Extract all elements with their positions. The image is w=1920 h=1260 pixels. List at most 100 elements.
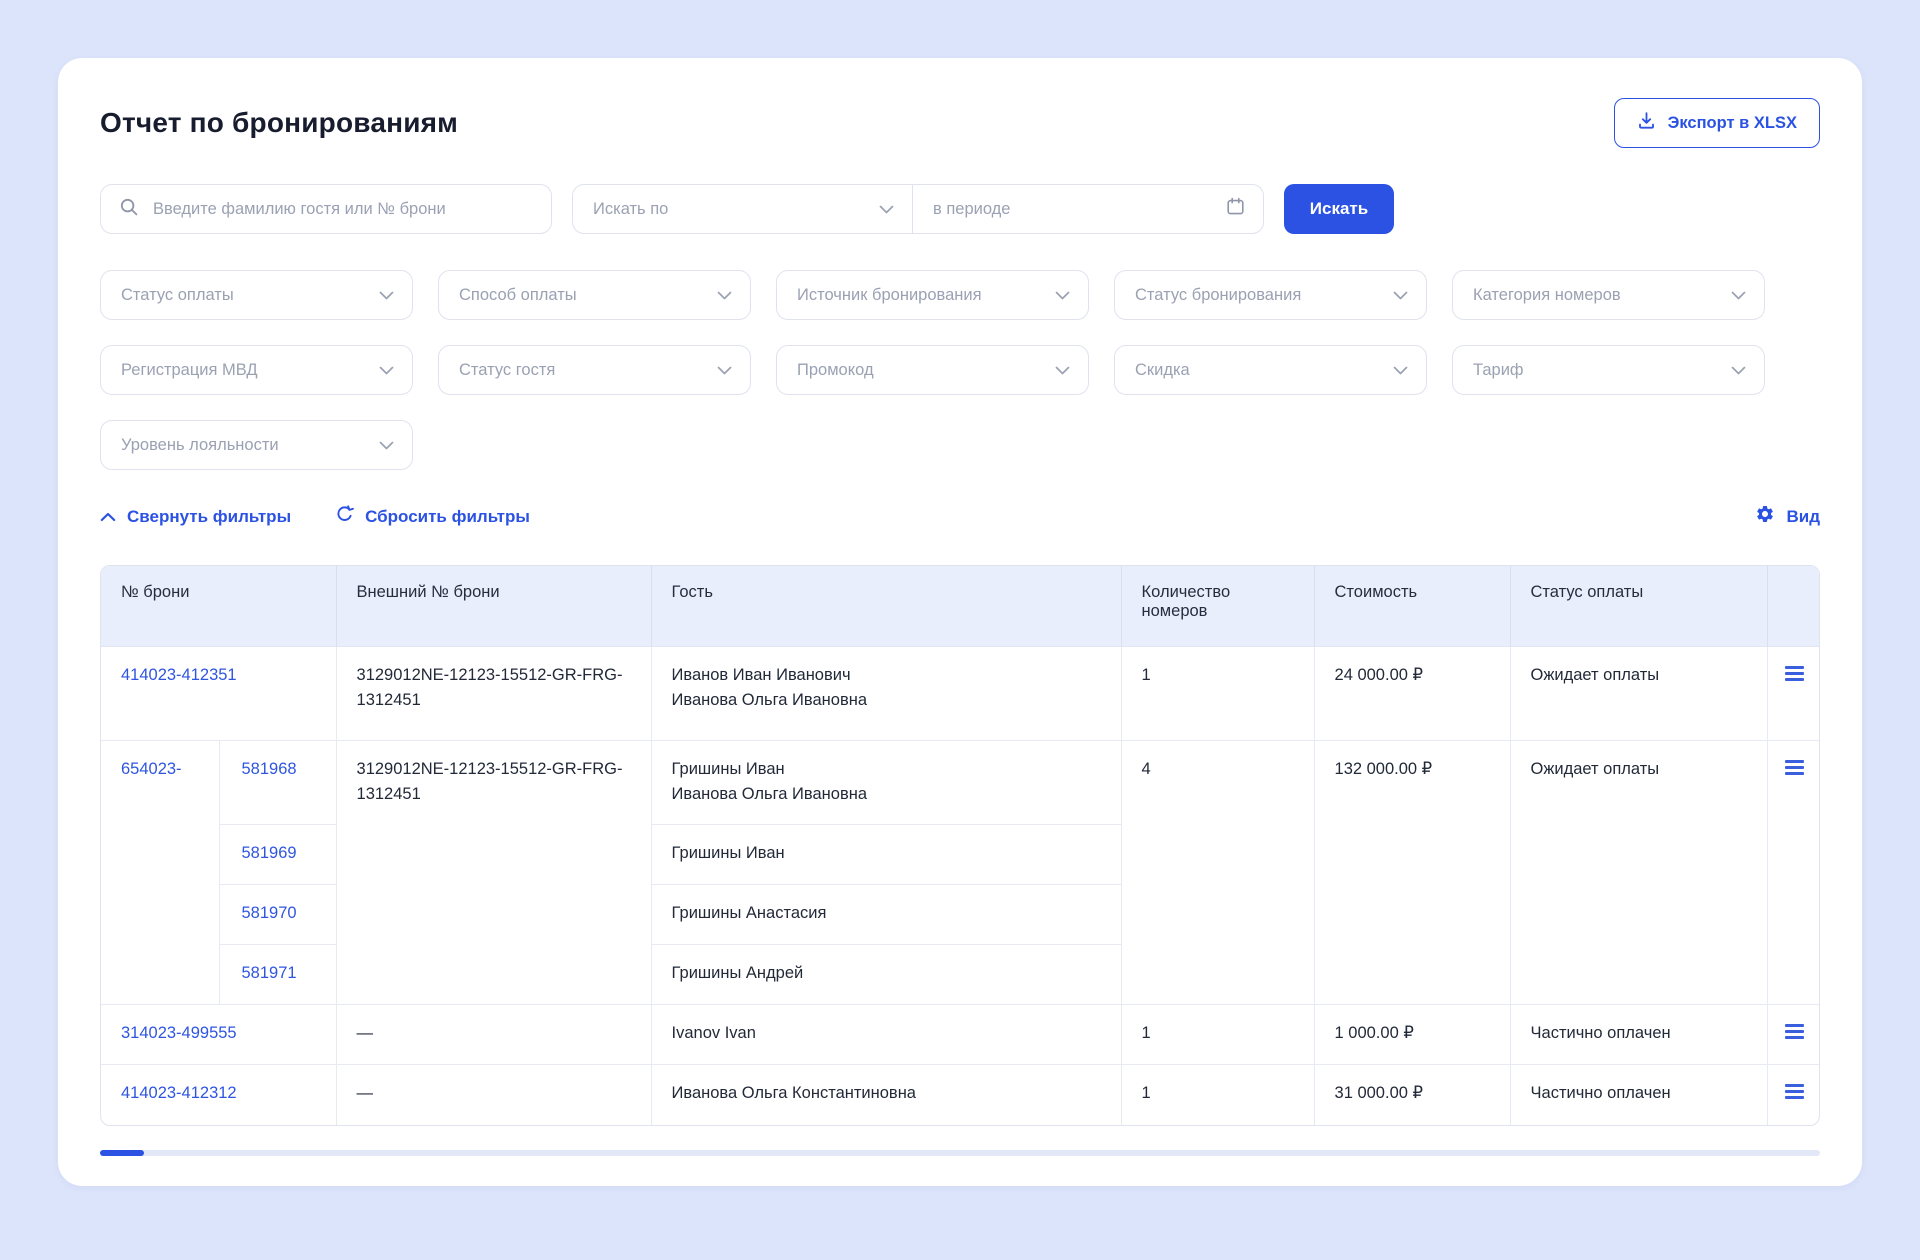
guest-name: Гришины Андрей <box>672 961 1101 987</box>
guest-name: Иванова Ольга Ивановна <box>672 688 1101 714</box>
booking-no-cell: 414023-412312 <box>101 1065 336 1125</box>
row-actions-cell <box>1767 1004 1820 1065</box>
filter-discount[interactable]: Скидка <box>1114 345 1427 395</box>
hamburger-menu-icon <box>1785 666 1804 684</box>
hamburger-menu-icon <box>1785 1084 1804 1102</box>
guest-cell: Гришины Иван <box>651 824 1121 884</box>
booking-link[interactable]: 414023-412351 <box>121 666 237 684</box>
filter-label: Статус гостя <box>459 361 555 380</box>
scrollbar-thumb[interactable] <box>100 1150 144 1156</box>
external-no-cell: 3129012NE-12123-15512-GR-FRG-1312451 <box>336 740 651 1004</box>
guest-name: Гришины Иван <box>672 841 1101 867</box>
search-by-select[interactable]: Искать по <box>573 185 913 233</box>
chevron-down-icon <box>379 361 394 380</box>
cost-cell: 1 000.00 ₽ <box>1314 1004 1510 1065</box>
guest-cell: Гришины Иван Иванова Ольга Ивановна <box>651 740 1121 824</box>
row-menu-button[interactable] <box>1779 1022 1810 1044</box>
booking-link[interactable]: 414023-412312 <box>121 1084 237 1102</box>
chevron-down-icon <box>717 361 732 380</box>
payment-status-cell: Ожидает оплаты <box>1510 740 1767 1004</box>
external-no-cell: — <box>336 1065 651 1125</box>
filter-label: Уровень лояльности <box>121 436 279 455</box>
calendar-icon <box>1226 197 1245 221</box>
header-booking-no: № брони <box>101 566 336 646</box>
booking-link[interactable]: 314023-499555 <box>121 1024 237 1042</box>
filter-booking-status[interactable]: Статус бронирования <box>1114 270 1427 320</box>
row-actions-cell <box>1767 740 1820 1004</box>
filter-room-category[interactable]: Категория номеров <box>1452 270 1765 320</box>
export-xlsx-button[interactable]: Экспорт в XLSX <box>1614 98 1820 148</box>
filter-mvd-registration[interactable]: Регистрация МВД <box>100 345 413 395</box>
guest-cell: Иванов Иван Иванович Иванова Ольга Ивано… <box>651 646 1121 740</box>
guest-cell: Гришины Анастасия <box>651 884 1121 944</box>
sub-booking-link[interactable]: 581969 <box>242 844 297 862</box>
filter-label: Скидка <box>1135 361 1190 380</box>
chevron-down-icon <box>379 286 394 305</box>
rooms-count-cell: 1 <box>1121 1065 1314 1125</box>
chevron-down-icon <box>1055 286 1070 305</box>
external-no-cell: 3129012NE-12123-15512-GR-FRG-1312451 <box>336 646 651 740</box>
chevron-down-icon <box>1731 361 1746 380</box>
search-icon <box>119 197 139 222</box>
search-button[interactable]: Искать <box>1284 184 1394 234</box>
search-input[interactable] <box>151 199 535 220</box>
chevron-down-icon <box>717 286 732 305</box>
horizontal-scrollbar[interactable] <box>100 1150 1820 1156</box>
filter-guest-status[interactable]: Статус гостя <box>438 345 751 395</box>
rooms-count-cell: 4 <box>1121 740 1314 1004</box>
booking-group-link[interactable]: 654023- <box>121 760 182 778</box>
guest-name: Гришины Анастасия <box>672 901 1101 927</box>
sub-booking-link[interactable]: 581968 <box>242 760 297 778</box>
view-settings-label: Вид <box>1786 507 1820 527</box>
guest-cell: Гришины Андрей <box>651 944 1121 1004</box>
filter-tariff[interactable]: Тариф <box>1452 345 1765 395</box>
hamburger-menu-icon <box>1785 1024 1804 1042</box>
export-xlsx-label: Экспорт в XLSX <box>1668 114 1797 133</box>
gear-icon <box>1755 504 1775 529</box>
sub-booking-link[interactable]: 581970 <box>242 904 297 922</box>
filter-promocode[interactable]: Промокод <box>776 345 1089 395</box>
reset-filters-link[interactable]: Сбросить фильтры <box>335 505 530 529</box>
chevron-down-icon <box>379 436 394 455</box>
period-date-input[interactable]: в периоде <box>913 185 1263 233</box>
external-no-cell: — <box>336 1004 651 1065</box>
period-label: в периоде <box>933 200 1010 219</box>
guest-name: Гришины Иван <box>672 757 1101 783</box>
header-cost: Стоимость <box>1314 566 1510 646</box>
filter-booking-source[interactable]: Источник бронирования <box>776 270 1089 320</box>
row-menu-button[interactable] <box>1779 758 1810 780</box>
sub-booking-no-cell: 581968 <box>219 740 336 824</box>
rooms-count-cell: 1 <box>1121 646 1314 740</box>
guest-name: Ivanov Ivan <box>672 1021 1101 1047</box>
filters-row-1: Статус оплаты Способ оплаты Источник бро… <box>100 270 1820 320</box>
collapse-filters-link[interactable]: Свернуть фильтры <box>100 507 291 527</box>
page-title: Отчет по бронированиям <box>100 107 458 139</box>
header-actions <box>1767 566 1820 646</box>
reset-filters-label: Сбросить фильтры <box>365 507 530 527</box>
guest-name: Иванова Ольга Константиновна <box>672 1081 1101 1107</box>
sub-booking-link[interactable]: 581971 <box>242 964 297 982</box>
payment-status-cell: Частично оплачен <box>1510 1004 1767 1065</box>
chevron-up-icon <box>100 507 116 527</box>
view-settings-link[interactable]: Вид <box>1755 504 1820 529</box>
chevron-down-icon <box>1055 361 1070 380</box>
filter-payment-status[interactable]: Статус оплаты <box>100 270 413 320</box>
search-row: Искать по в периоде Искать <box>100 184 1820 234</box>
cost-cell: 24 000.00 ₽ <box>1314 646 1510 740</box>
header-rooms-count: Количество номеров <box>1121 566 1314 646</box>
sub-booking-no-cell: 581969 <box>219 824 336 884</box>
payment-status-cell: Частично оплачен <box>1510 1065 1767 1125</box>
filter-label: Способ оплаты <box>459 286 577 305</box>
row-menu-button[interactable] <box>1779 1082 1810 1104</box>
filter-payment-method[interactable]: Способ оплаты <box>438 270 751 320</box>
booking-no-cell: 314023-499555 <box>101 1004 336 1065</box>
search-input-wrapper <box>100 184 552 234</box>
filter-loyalty-level[interactable]: Уровень лояльности <box>100 420 413 470</box>
row-menu-button[interactable] <box>1779 664 1810 686</box>
header-guest: Гость <box>651 566 1121 646</box>
collapse-filters-label: Свернуть фильтры <box>127 507 291 527</box>
sub-booking-no-cell: 581970 <box>219 884 336 944</box>
booking-no-cell: 414023-412351 <box>101 646 336 740</box>
search-by-label: Искать по <box>593 200 668 219</box>
filter-label: Регистрация МВД <box>121 361 258 380</box>
